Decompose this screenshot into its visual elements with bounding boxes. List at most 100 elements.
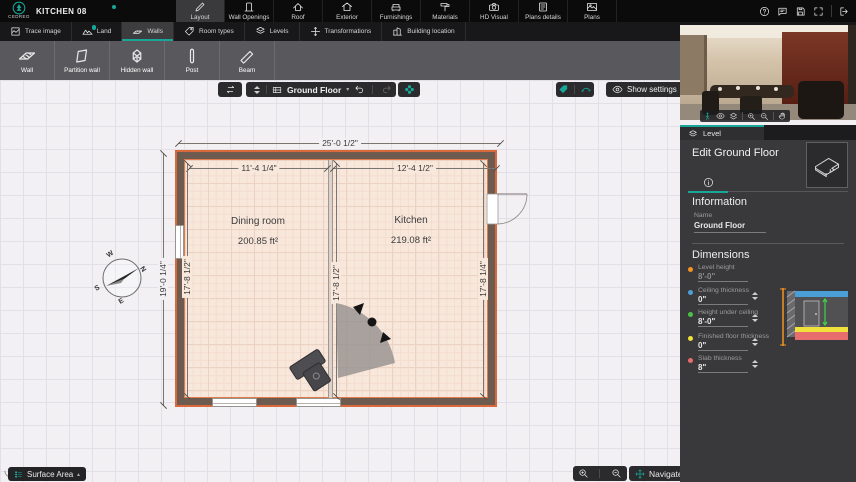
floor-icon bbox=[272, 85, 282, 95]
switch-view-button[interactable] bbox=[218, 82, 242, 97]
window-left[interactable] bbox=[175, 225, 184, 259]
door[interactable] bbox=[486, 185, 536, 235]
surface-area-label: Surface Area bbox=[27, 470, 73, 479]
panel-title: Edit Ground Floor bbox=[692, 147, 779, 159]
save-icon[interactable] bbox=[795, 6, 806, 17]
tab-wall-openings[interactable]: Wall Openings bbox=[225, 0, 274, 22]
dim-dining-width: 11'-4 1/4" bbox=[238, 163, 279, 173]
tab-plans[interactable]: Plans bbox=[568, 0, 617, 22]
level-stepper[interactable] bbox=[252, 84, 261, 96]
levels-icon bbox=[255, 26, 266, 37]
slab-thickness-value[interactable]: 8" bbox=[698, 363, 706, 372]
snap-settings-button[interactable] bbox=[398, 82, 420, 97]
finished-floor-value[interactable]: 0" bbox=[698, 341, 706, 350]
ribbon-transformations[interactable]: Transformations bbox=[300, 22, 383, 41]
tab-information[interactable] bbox=[688, 174, 728, 193]
walkthrough-icon[interactable] bbox=[703, 112, 712, 121]
ribbon-trace-image[interactable]: Trace image bbox=[0, 22, 72, 41]
camera-viewpoint[interactable] bbox=[283, 293, 408, 398]
tool-beam[interactable]: Beam bbox=[220, 41, 275, 80]
level-icon bbox=[688, 129, 698, 139]
level-selector-value: Ground Floor bbox=[287, 85, 341, 95]
eye-icon[interactable] bbox=[716, 112, 725, 120]
ceiling-thickness-label: Ceiling thickness bbox=[698, 287, 749, 294]
iso-slab-icon bbox=[809, 147, 845, 183]
height-under-ceiling-stepper[interactable] bbox=[750, 312, 759, 324]
fullscreen-icon[interactable] bbox=[813, 6, 824, 17]
slab-thickness-dot bbox=[688, 358, 693, 363]
tool-wall[interactable]: Wall bbox=[0, 41, 55, 80]
surface-label-icon[interactable] bbox=[558, 84, 569, 95]
window-bottom-2[interactable] bbox=[296, 398, 341, 407]
hidden-wall-icon bbox=[127, 47, 147, 65]
dim-inner-right: 17'-8 1/4" bbox=[478, 258, 488, 300]
trace-image-icon bbox=[10, 26, 21, 37]
room-area: 200.85 ft² bbox=[198, 236, 318, 247]
tab-hd-visual[interactable]: HD Visual bbox=[470, 0, 519, 22]
tab-level[interactable]: Level bbox=[680, 125, 764, 140]
tab-furnishings[interactable]: Furnishings bbox=[372, 0, 421, 22]
slab-thickness-stepper[interactable] bbox=[750, 358, 759, 370]
3d-preview[interactable] bbox=[680, 25, 856, 120]
list-icon bbox=[14, 470, 23, 479]
preview-toolbar bbox=[700, 110, 790, 122]
tab-plans-details[interactable]: Plans details bbox=[519, 0, 568, 22]
slab-thickness-label: Slab thickness bbox=[698, 355, 742, 362]
dim-overall-width: 25'-0 1/2" bbox=[319, 138, 361, 148]
room-area: 219.08 ft² bbox=[365, 235, 457, 246]
pencil-icon bbox=[194, 1, 206, 13]
tool-partition-wall[interactable]: Partition wall bbox=[55, 41, 110, 80]
ceiling-thickness-dot bbox=[688, 290, 693, 295]
tab-roof[interactable]: Roof bbox=[274, 0, 323, 22]
room-dining[interactable]: Dining room 200.85 ft² bbox=[198, 216, 318, 247]
pan-hand-icon[interactable] bbox=[778, 112, 787, 121]
dim-overall-height: 19'-0 1/4" bbox=[158, 258, 168, 300]
window-bottom-1[interactable] bbox=[212, 398, 257, 407]
zoom-in-icon[interactable] bbox=[747, 112, 756, 121]
ceiling-thickness-stepper[interactable] bbox=[750, 290, 759, 302]
help-icon[interactable] bbox=[759, 6, 770, 17]
door-icon bbox=[243, 1, 255, 13]
tool-hidden-wall[interactable]: Hidden wall bbox=[110, 41, 165, 80]
info-icon bbox=[703, 177, 714, 188]
unsaved-indicator bbox=[112, 5, 116, 9]
building-location-icon bbox=[392, 26, 403, 37]
beam-icon bbox=[237, 47, 257, 65]
picture-icon bbox=[586, 1, 598, 13]
preview-doorway bbox=[680, 35, 707, 95]
logout-icon[interactable] bbox=[839, 6, 850, 17]
tag-icon bbox=[184, 26, 195, 37]
zoom-in-icon[interactable] bbox=[578, 468, 589, 479]
tab-layout[interactable]: Layout bbox=[176, 0, 225, 22]
tab-materials[interactable]: Materials bbox=[421, 0, 470, 22]
ribbon-room-types[interactable]: Room types bbox=[174, 22, 245, 41]
tool-post[interactable]: Post bbox=[165, 41, 220, 80]
level-section-diagram bbox=[780, 288, 850, 346]
cedreo-logo[interactable]: CEDREO bbox=[6, 1, 32, 21]
ribbon-building-location[interactable]: Building location bbox=[382, 22, 465, 41]
walls-icon bbox=[132, 26, 143, 37]
wall-tools-toolbar: Wall Partition wall Hidden wall Post Bea… bbox=[0, 41, 680, 80]
redo-icon[interactable] bbox=[381, 84, 392, 95]
surface-area-button[interactable]: Surface Area ▾ bbox=[8, 467, 86, 481]
name-value[interactable]: Ground Floor bbox=[694, 221, 745, 230]
undo-icon[interactable] bbox=[354, 84, 365, 95]
ribbon-walls[interactable]: Walls bbox=[122, 22, 174, 41]
tab-exterior[interactable]: Exterior bbox=[323, 0, 372, 22]
finished-floor-stepper[interactable] bbox=[750, 336, 759, 348]
zoom-out-icon[interactable] bbox=[611, 468, 622, 479]
chat-icon[interactable] bbox=[777, 6, 788, 17]
roof-display-icon[interactable] bbox=[580, 84, 592, 95]
room-kitchen[interactable]: Kitchen 219.08 ft² bbox=[365, 215, 457, 246]
top-bar: CEDREO KITCHEN 08 Layout Wall Openings R… bbox=[0, 0, 856, 22]
selector-divider bbox=[266, 85, 267, 94]
compass[interactable]: W N S E bbox=[93, 249, 151, 307]
ceiling-thickness-value[interactable]: 0" bbox=[698, 295, 706, 304]
navigate-icon bbox=[635, 469, 645, 479]
zoom-out-icon[interactable] bbox=[760, 112, 769, 121]
ribbon-land[interactable]: Land bbox=[72, 22, 122, 41]
height-under-ceiling-value[interactable]: 8'-0" bbox=[698, 317, 715, 326]
ribbon-levels[interactable]: Levels bbox=[245, 22, 300, 41]
floors-icon[interactable] bbox=[729, 112, 738, 121]
level-thumbnail[interactable] bbox=[806, 142, 848, 188]
